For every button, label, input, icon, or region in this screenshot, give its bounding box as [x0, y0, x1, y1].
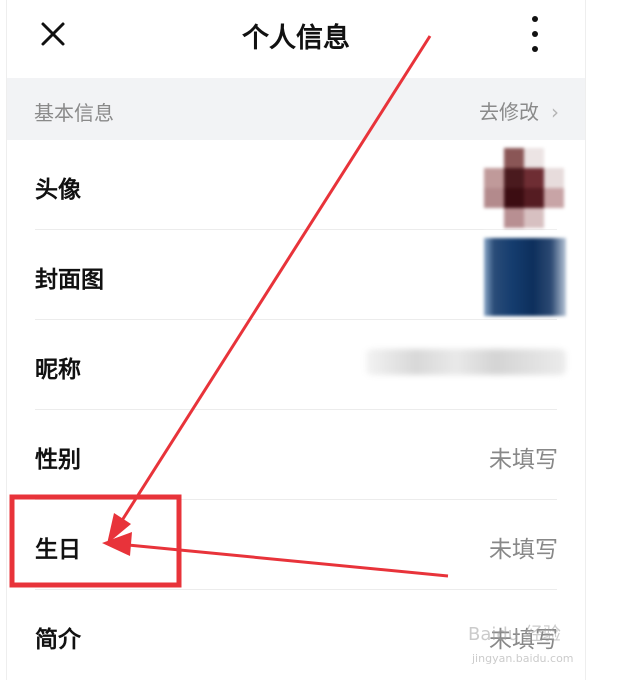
- page-title: 个人信息: [242, 23, 350, 54]
- row-label: 简介: [35, 627, 81, 653]
- top-bar: 个人信息: [7, 0, 585, 78]
- row-label: 生日: [35, 537, 81, 563]
- row-birthday[interactable]: 生日 未填写: [7, 500, 585, 590]
- row-value: 未填写: [489, 447, 558, 473]
- row-label: 性别: [35, 447, 81, 473]
- row-value: 未填写: [489, 537, 558, 563]
- more-vertical-icon: [532, 16, 538, 22]
- row-label: 头像: [35, 177, 81, 203]
- row-label: 昵称: [35, 357, 81, 383]
- watermark: Baidu 经验: [468, 624, 561, 645]
- edit-profile-link[interactable]: 去修改 ›: [479, 96, 559, 125]
- section-title: 基本信息: [34, 101, 114, 125]
- row-gender[interactable]: 性别 未填写: [7, 410, 585, 500]
- section-basic-info: 基本信息 去修改 ›: [7, 78, 585, 140]
- row-label: 封面图: [35, 267, 104, 293]
- chevron-right-icon: ›: [551, 100, 559, 124]
- avatar-thumbnail[interactable]: [484, 148, 564, 228]
- nickname-blurred-value: [366, 349, 566, 375]
- profile-screen: 个人信息 基本信息 去修改 › 头像 封面图 昵称 性别 未填写 生日 未填写 简…: [6, 0, 586, 680]
- watermark-url: jingyan.baidu.com: [472, 652, 574, 665]
- cover-thumbnail[interactable]: [484, 238, 566, 316]
- more-options-button[interactable]: [525, 16, 545, 52]
